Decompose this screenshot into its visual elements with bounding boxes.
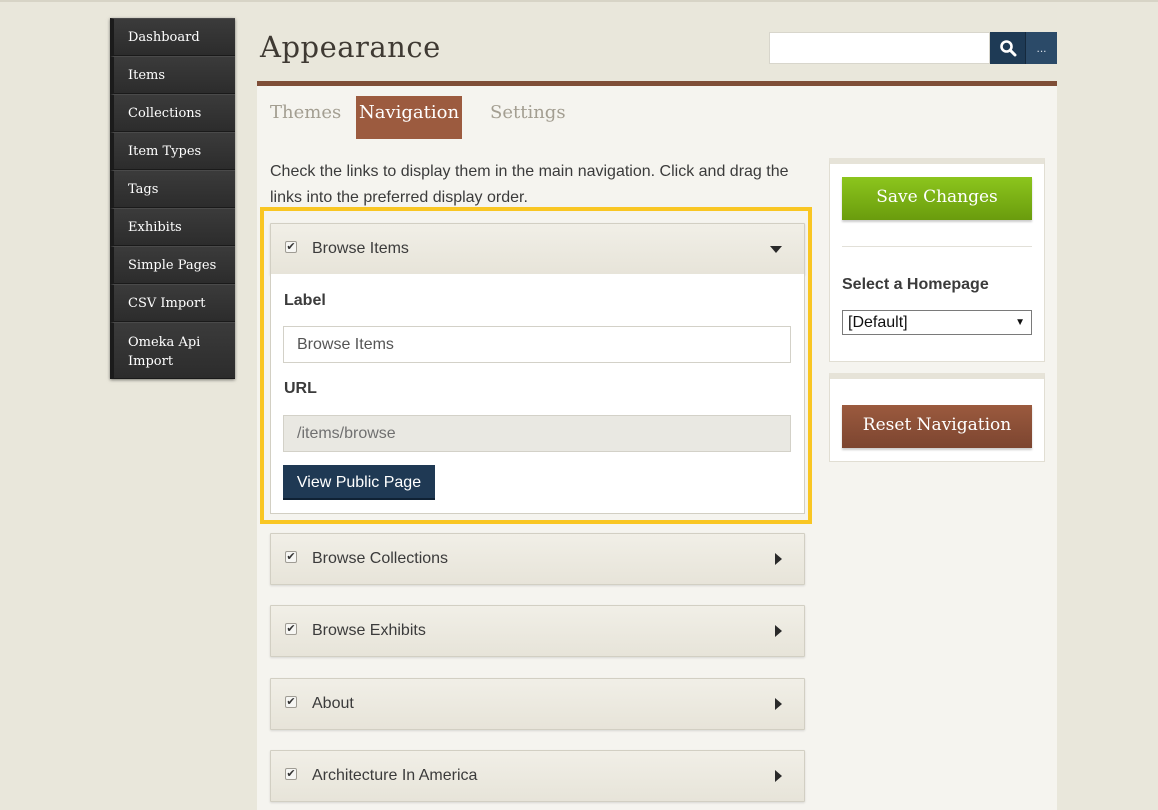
nav-link-item[interactable]: ✔ Browse Exhibits [270,605,805,657]
page-title: Appearance [260,30,441,64]
caret-right-icon[interactable] [775,553,782,565]
homepage-select-value: [Default] [848,314,908,331]
sidebar-item-omeka-api-import[interactable]: Omeka Api Import [110,322,235,379]
nav-link-label: Architecture In America [312,767,478,784]
sidebar-item-csv-import[interactable]: CSV Import [110,284,235,322]
reset-navigation-button[interactable]: Reset Navigation [842,405,1032,448]
checkbox[interactable]: ✔ [285,623,297,635]
caret-right-icon[interactable] [775,770,782,782]
homepage-select[interactable]: [Default] ▼ [842,310,1032,335]
nav-link-label: Browse Items [312,240,409,257]
sidebar-item-items[interactable]: Items [110,56,235,94]
reset-panel: Reset Navigation [829,373,1045,462]
sidebar-item-simple-pages[interactable]: Simple Pages [110,246,235,284]
sidebar-item-collections[interactable]: Collections [110,94,235,132]
chevron-down-icon: ▼ [1015,317,1025,328]
instructions-text: Check the links to display them in the m… [270,163,789,206]
sidebar-item-tags[interactable]: Tags [110,170,235,208]
save-changes-button[interactable]: Save Changes [842,177,1032,220]
nav-link-label: Browse Collections [312,550,449,567]
nav-link-item[interactable]: ✔ Browse Items [270,223,805,275]
checkbox[interactable]: ✔ [285,241,297,253]
advanced-search-button[interactable]: ... [1025,32,1057,64]
main-panel: Themes Navigation Settings Check the lin… [257,86,1057,810]
tab-settings[interactable]: Settings [490,96,566,139]
checkbox[interactable]: ✔ [285,551,297,563]
nav-link-item[interactable]: ✔ About [270,678,805,730]
tab-themes[interactable]: Themes [270,96,341,139]
caret-down-icon[interactable] [770,246,782,253]
divider [842,246,1032,247]
search-icon [999,40,1016,57]
nav-link-item[interactable]: ✔ Architecture In America [270,750,805,802]
top-border [0,0,1158,2]
caret-right-icon[interactable] [775,625,782,637]
url-heading: URL [284,380,317,397]
sidebar-item-dashboard[interactable]: Dashboard [110,18,235,56]
search-input[interactable] [769,32,990,64]
url-field: /items/browse [283,415,791,452]
caret-right-icon[interactable] [775,698,782,710]
nav-link-details: Label URL /items/browse View Public Page [270,274,805,514]
label-input[interactable] [283,326,791,363]
checkbox[interactable]: ✔ [285,696,297,708]
admin-sidebar: Dashboard Items Collections Item Types T… [110,18,235,379]
nav-link-label: Browse Exhibits [312,622,426,639]
tab-navigation[interactable]: Navigation [356,96,462,139]
sidebar-item-item-types[interactable]: Item Types [110,132,235,170]
nav-link-label: About [312,695,354,712]
nav-link-item[interactable]: ✔ Browse Collections [270,533,805,585]
save-panel: Save Changes Select a Homepage [Default]… [829,158,1045,362]
sidebar-item-exhibits[interactable]: Exhibits [110,208,235,246]
view-public-page-button[interactable]: View Public Page [283,465,435,500]
search-button[interactable] [990,32,1025,64]
checkbox[interactable]: ✔ [285,768,297,780]
label-heading: Label [284,292,326,309]
homepage-label: Select a Homepage [842,276,989,293]
